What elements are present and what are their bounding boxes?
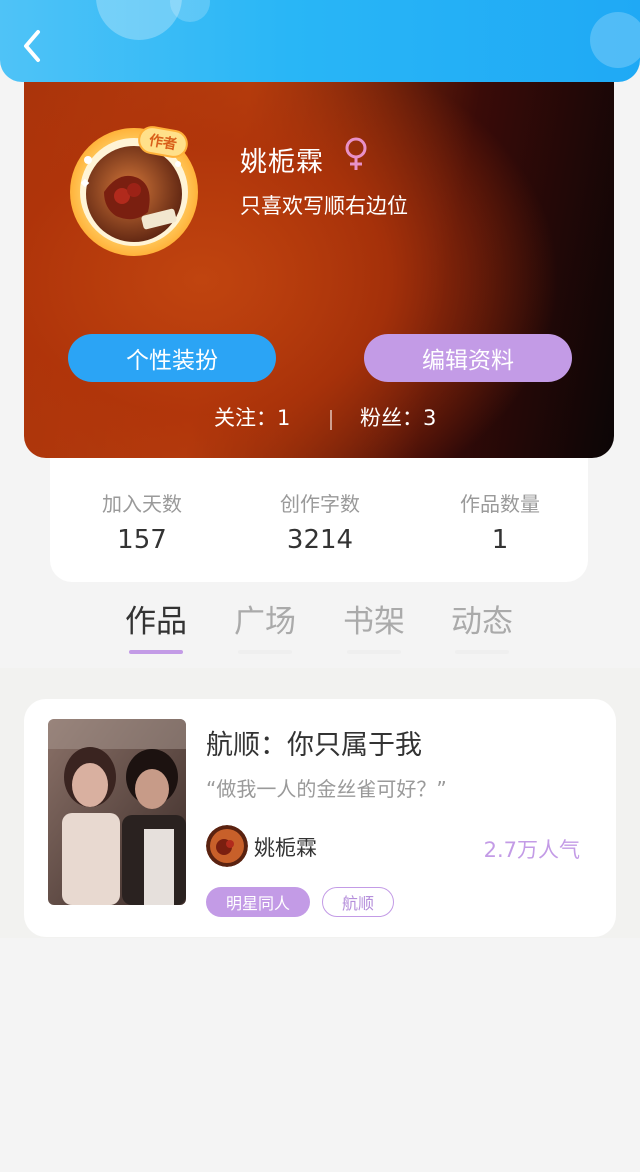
follow-stats: 关注：1 粉丝：3 (24, 402, 614, 436)
dress-up-button[interactable]: 个性装扮 (68, 334, 276, 382)
tab-activity[interactable]: 动态 (442, 596, 522, 654)
stat-value: 3214 (286, 525, 354, 555)
author-badge-label: 作者 (147, 132, 179, 154)
work-card[interactable]: 航顺：你只属于我 “做我一人的金丝雀可好？” 姚栀霖 2.7万人气 明星同人 航… (24, 699, 616, 937)
tab-indicator (238, 650, 292, 654)
stat-value: 1 (491, 525, 509, 555)
author-avatar (206, 825, 248, 867)
avatar[interactable]: 作者 (64, 120, 204, 260)
popularity-count: 2.7万人气 (483, 838, 580, 862)
work-cover-image[interactable] (48, 719, 186, 905)
tab-indicator (129, 650, 183, 654)
tab-label: 书架 (343, 604, 405, 640)
stat-word-count: 创作字数 3214 (240, 488, 400, 555)
author-name: 姚栀霖 (254, 836, 317, 860)
tab-label: 广场 (234, 604, 296, 640)
follow-divider (330, 410, 332, 430)
top-bar (0, 0, 640, 82)
stat-label: 作品数量 (460, 492, 540, 516)
back-button[interactable] (18, 28, 48, 64)
decor-bubble (590, 12, 640, 68)
chevron-left-icon (24, 30, 40, 62)
female-symbol-icon (345, 137, 367, 170)
profile-header: 作者 姚栀霖 只喜欢写顺右边位 个性装扮 编辑资料 关注：1 粉丝：3 (24, 62, 614, 458)
tab-works[interactable]: 作品 (116, 596, 196, 654)
stats-card: 加入天数 157 创作字数 3214 作品数量 1 (50, 446, 588, 582)
stat-works-count: 作品数量 1 (420, 488, 580, 555)
tab-bookshelf[interactable]: 书架 (334, 596, 414, 654)
following-count[interactable]: 关注：1 (214, 402, 290, 432)
profile-tabs: 作品 广场 书架 动态 (0, 596, 640, 666)
stat-label: 创作字数 (280, 492, 360, 516)
stat-label: 加入天数 (102, 492, 182, 516)
work-quote: “做我一人的金丝雀可好？” (206, 777, 447, 801)
tab-square[interactable]: 广场 (225, 596, 305, 654)
followers-count[interactable]: 粉丝：3 (360, 402, 436, 432)
decor-bubble (96, 0, 182, 40)
user-name: 姚栀霖 (240, 147, 324, 178)
stat-value: 157 (117, 525, 167, 555)
edit-profile-button[interactable]: 编辑资料 (364, 334, 572, 382)
tab-label: 动态 (451, 604, 513, 640)
tag-keyword[interactable]: 航顺 (322, 887, 394, 917)
work-title: 航顺：你只属于我 (206, 730, 422, 761)
tab-indicator (347, 650, 401, 654)
tag-category[interactable]: 明星同人 (206, 887, 310, 917)
user-motto: 只喜欢写顺右边位 (240, 194, 408, 218)
stat-join-days: 加入天数 157 (62, 488, 222, 555)
tab-label: 作品 (125, 604, 187, 640)
tab-indicator (455, 650, 509, 654)
